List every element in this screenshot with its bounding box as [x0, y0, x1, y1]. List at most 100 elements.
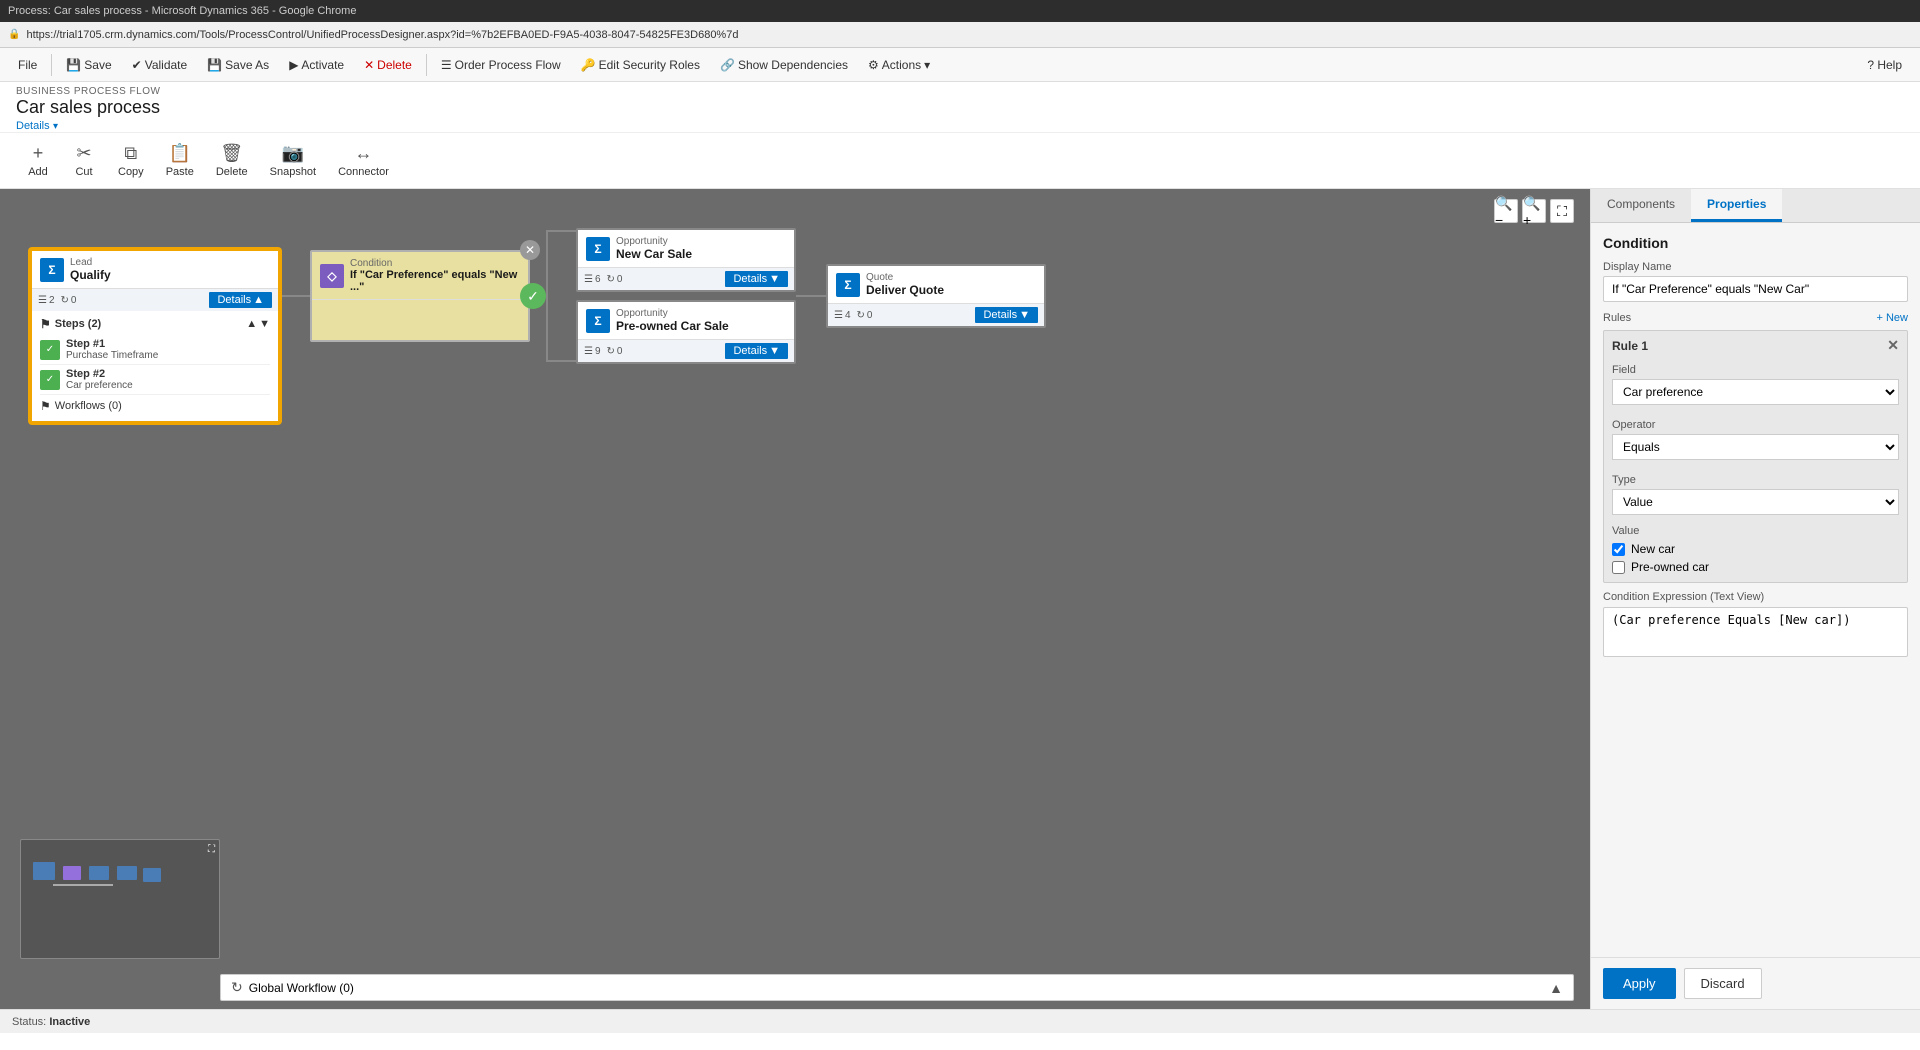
- security-label: Edit Security Roles: [599, 58, 700, 72]
- help-button[interactable]: ? Help: [1859, 55, 1910, 75]
- save-button[interactable]: 💾 Save: [58, 55, 119, 75]
- paste-button[interactable]: 📋 Paste: [156, 139, 204, 182]
- quote-name-label: Deliver Quote: [866, 283, 1036, 297]
- condition-name-label: If "Car Preference" equals "New ...": [350, 269, 520, 293]
- add-button[interactable]: + Add: [16, 139, 60, 182]
- lead-qualify-node[interactable]: Σ Lead Qualify ☰ 2 ↻ 0: [30, 249, 280, 423]
- lead-icon: Σ: [40, 258, 64, 282]
- mini-map: ⛶: [20, 839, 220, 959]
- tab-properties[interactable]: Properties: [1691, 189, 1782, 222]
- save-as-button[interactable]: 💾 Save As: [199, 55, 277, 75]
- actions-dropdown-button[interactable]: ⚙ Actions ▾: [860, 55, 938, 75]
- condition-close-button[interactable]: ✕: [520, 240, 540, 260]
- lead-details-button[interactable]: Details ▲: [209, 292, 272, 308]
- zoom-out-button[interactable]: 🔍−: [1494, 199, 1518, 223]
- opp-new-title-block: Opportunity New Car Sale: [616, 236, 786, 261]
- show-dependencies-button[interactable]: 🔗 Show Dependencies: [712, 55, 856, 75]
- connector-button[interactable]: ↔ Connector: [328, 139, 399, 182]
- delete-tool-icon: 🗑: [220, 143, 243, 164]
- lead-expanded-body: ⚑ Steps (2) ▲ ▼ ✓ Step #1: [32, 311, 278, 421]
- quote-stage-label: Quote: [866, 272, 1036, 283]
- opp-preowned-header: Σ Opportunity Pre-owned Car Sale: [578, 302, 794, 340]
- paste-icon: 📋: [169, 143, 191, 164]
- value-preowned-checkbox[interactable]: [1612, 561, 1625, 574]
- opp-new-node[interactable]: Σ Opportunity New Car Sale ☰ 6: [576, 228, 796, 292]
- opp-new-steps-count: 6: [595, 274, 601, 285]
- actions-chevron-icon: ▾: [924, 58, 930, 72]
- security-icon: 🔑: [581, 58, 596, 72]
- operator-select[interactable]: Equals: [1612, 434, 1899, 460]
- vert-line: [546, 232, 548, 362]
- save-as-icon: 💾: [207, 58, 222, 72]
- global-workflow-expand-button[interactable]: ▲: [1549, 980, 1563, 996]
- display-name-input[interactable]: [1603, 276, 1908, 302]
- delete-button[interactable]: ✕ Delete: [356, 55, 420, 75]
- cut-icon: ✂: [76, 143, 91, 164]
- condition-expr-textarea[interactable]: [1603, 607, 1908, 657]
- quote-wf-stat: ↻ 0: [857, 310, 873, 321]
- panel-body: Condition Display Name Rules + New Rule …: [1591, 223, 1920, 957]
- file-label: File: [18, 58, 37, 72]
- opp-preowned-node[interactable]: Σ Opportunity Pre-owned Car Sale ☰ 9: [576, 300, 796, 364]
- quote-steps-icon: ☰: [834, 310, 843, 321]
- details-link[interactable]: Details: [16, 120, 50, 132]
- rule-1-close-button[interactable]: ✕: [1887, 337, 1899, 354]
- type-select[interactable]: Value: [1612, 489, 1899, 515]
- flag2-icon: ⚑: [40, 399, 51, 413]
- opp-preowned-title-block: Opportunity Pre-owned Car Sale: [616, 308, 786, 333]
- tab-components[interactable]: Components: [1591, 189, 1691, 222]
- opp-preowned-wf-count: 0: [617, 346, 623, 357]
- opp-new-stage: Opportunity: [616, 236, 786, 247]
- edit-security-roles-button[interactable]: 🔑 Edit Security Roles: [573, 55, 708, 75]
- order-process-flow-button[interactable]: ☰ Order Process Flow: [433, 55, 569, 75]
- workflows-label: Workflows (0): [55, 400, 122, 412]
- value-new-car-checkbox[interactable]: [1612, 543, 1625, 556]
- condition-node-wrapper: ◇ Condition If "Car Preference" equals "…: [310, 250, 530, 342]
- opp-preowned-details-button[interactable]: Details ▼: [725, 343, 788, 359]
- steps-arrows[interactable]: ▲ ▼: [246, 318, 270, 330]
- quote-steps-count: 4: [845, 310, 851, 321]
- condition-node[interactable]: ◇ Condition If "Car Preference" equals "…: [310, 250, 530, 342]
- rules-header: Rules + New: [1603, 312, 1908, 324]
- value-section: Value New car Pre-owned car: [1612, 525, 1899, 576]
- lead-workflows-stat: ↻ 0: [61, 295, 77, 306]
- apply-button[interactable]: Apply: [1603, 968, 1676, 999]
- opp-new-header: Σ Opportunity New Car Sale: [578, 230, 794, 268]
- flag-icon: ⚑: [40, 317, 51, 331]
- zoom-in-button[interactable]: 🔍+: [1522, 199, 1546, 223]
- quote-node[interactable]: Σ Quote Deliver Quote ☰ 4 ↻ 0: [826, 264, 1046, 328]
- field-select[interactable]: Car preference: [1612, 379, 1899, 405]
- up-arrow-icon[interactable]: ▲: [246, 318, 257, 330]
- canvas-area[interactable]: 🔍− 🔍+ ⛶ Σ Lead Qualify: [0, 189, 1590, 1009]
- condition-expr-section: Condition Expression (Text View): [1603, 591, 1908, 660]
- condition-icon: ◇: [320, 264, 344, 288]
- panel-tabs: Components Properties: [1591, 189, 1920, 223]
- connector-line-1: [280, 295, 310, 297]
- copy-button[interactable]: ⧉ Copy: [108, 139, 154, 182]
- opp-new-details-button[interactable]: Details ▼: [725, 271, 788, 287]
- validate-icon: ✔: [132, 58, 142, 72]
- panel-section-title: Condition: [1603, 235, 1908, 251]
- quote-chevron: ▼: [1019, 309, 1030, 321]
- discard-button[interactable]: Discard: [1684, 968, 1762, 999]
- opp-new-steps-icon: ☰: [584, 274, 593, 285]
- quote-details-button[interactable]: Details ▼: [975, 307, 1038, 323]
- quote-steps-stat: ☰ 4: [834, 310, 851, 321]
- snapshot-button[interactable]: 📷 Snapshot: [260, 139, 326, 182]
- activate-button[interactable]: ▶ Activate: [281, 55, 352, 75]
- steps-header: ⚑ Steps (2) ▲ ▼: [40, 317, 270, 331]
- condition-header: ◇ Condition If "Car Preference" equals "…: [312, 252, 528, 300]
- step2-detail: Car preference: [66, 380, 133, 391]
- panel-footer: Apply Discard: [1591, 957, 1920, 1009]
- fit-screen-button[interactable]: ⛶: [1550, 199, 1574, 223]
- page-header: BUSINESS PROCESS FLOW Car sales process …: [0, 82, 1920, 133]
- new-rule-link[interactable]: + New: [1877, 312, 1909, 324]
- lead-details-label: Details: [217, 294, 251, 306]
- delete-tool-button[interactable]: 🗑 Delete: [206, 139, 258, 182]
- file-button[interactable]: File: [10, 55, 45, 75]
- opp-new-workflows-stat: ↻ 0: [607, 274, 623, 285]
- copy-icon: ⧉: [124, 143, 137, 164]
- cut-button[interactable]: ✂ Cut: [62, 139, 106, 182]
- down-arrow-icon[interactable]: ▼: [259, 318, 270, 330]
- validate-button[interactable]: ✔ Validate: [124, 55, 196, 75]
